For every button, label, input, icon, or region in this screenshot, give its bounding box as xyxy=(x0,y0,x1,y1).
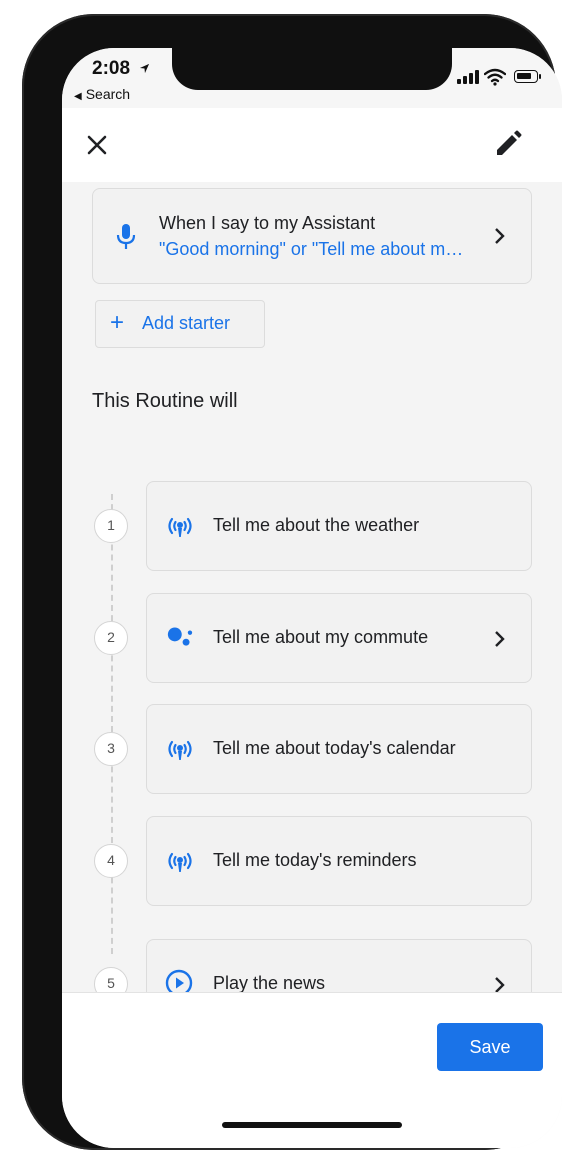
close-icon xyxy=(87,135,107,155)
cellular-signal-icon xyxy=(457,70,479,84)
starter-phrases: "Good morning" or "Tell me about my day" xyxy=(159,239,469,259)
edit-button[interactable] xyxy=(492,128,524,160)
routine-content: When I say to my Assistant "Good morning… xyxy=(62,182,562,992)
broadcast-icon xyxy=(168,740,192,760)
back-to-search[interactable]: ◀ Search xyxy=(74,86,130,102)
chevron-right-icon xyxy=(495,977,505,992)
routine-step-weather[interactable]: Tell me about the weather xyxy=(146,481,532,571)
step-number: 4 xyxy=(94,844,128,878)
home-indicator[interactable] xyxy=(222,1122,402,1128)
step-label: Play the news xyxy=(213,973,326,992)
home-area xyxy=(62,1092,562,1148)
add-starter-label: Add starter xyxy=(142,313,231,333)
google-assistant-icon xyxy=(167,627,193,646)
routine-step-news[interactable]: Play the news xyxy=(146,939,532,992)
status-bar: 2:08 ◀ Search xyxy=(62,48,562,108)
step-label: Tell me about my commute xyxy=(213,627,429,647)
bottom-action-bar: Save xyxy=(62,992,562,1092)
step-label: Tell me about the weather xyxy=(213,515,420,535)
chevron-right-icon xyxy=(495,228,505,244)
plus-icon: + xyxy=(110,309,125,336)
step-number: 3 xyxy=(94,732,128,766)
step-label: Tell me about today's calendar xyxy=(213,738,456,758)
chevron-right-icon xyxy=(495,631,505,647)
section-title: This Routine will xyxy=(92,390,238,412)
location-arrow-icon xyxy=(140,63,150,74)
routine-step-commute[interactable]: Tell me about my commute xyxy=(146,593,532,683)
routine-step-calendar[interactable]: Tell me about today's calendar xyxy=(146,704,532,794)
broadcast-icon xyxy=(168,517,192,537)
status-time-group: 2:08 xyxy=(92,58,150,80)
back-label: Search xyxy=(85,86,131,102)
close-button[interactable] xyxy=(82,130,112,160)
starter-card[interactable]: When I say to my Assistant "Good morning… xyxy=(92,188,532,284)
battery-icon xyxy=(514,70,541,83)
step-number: 5 xyxy=(94,967,128,992)
save-button[interactable]: Save xyxy=(437,1023,543,1071)
add-starter-button[interactable]: + Add starter xyxy=(95,300,265,348)
screen: 2:08 ◀ Search When I say to my Assistant… xyxy=(62,48,562,1148)
step-number: 2 xyxy=(94,621,128,655)
starter-title: When I say to my Assistant xyxy=(159,213,376,233)
top-app-bar xyxy=(62,108,562,182)
status-time: 2:08 xyxy=(92,58,131,79)
timeline-connector xyxy=(111,494,113,954)
back-triangle-icon: ◀ xyxy=(74,91,82,102)
step-label: Tell me today's reminders xyxy=(213,850,417,870)
pencil-icon xyxy=(497,130,522,155)
wifi-icon xyxy=(484,68,506,86)
microphone-icon xyxy=(116,224,136,249)
broadcast-icon xyxy=(168,852,192,872)
notch xyxy=(172,48,452,90)
step-number: 1 xyxy=(94,509,128,543)
routine-step-reminders[interactable]: Tell me today's reminders xyxy=(146,816,532,906)
play-circle-icon xyxy=(165,969,193,992)
phone-frame: 2:08 ◀ Search When I say to my Assistant… xyxy=(22,14,562,1150)
